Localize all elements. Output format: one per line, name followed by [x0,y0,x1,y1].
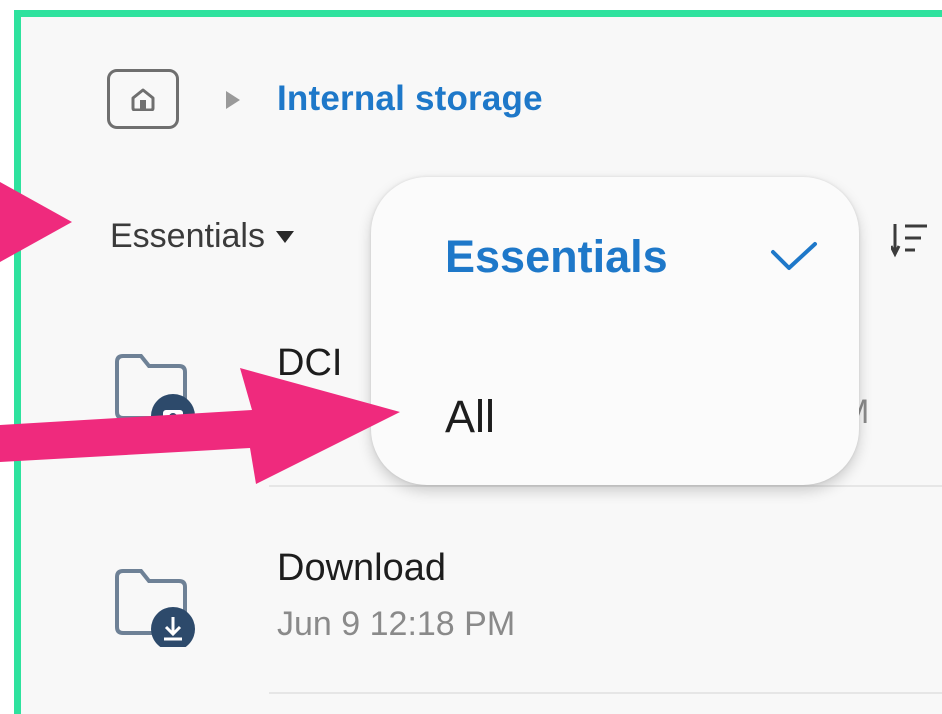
annotation-arrow-icon [0,368,400,484]
annotation-arrows [0,182,400,484]
annotation-arrow-icon [0,182,72,262]
